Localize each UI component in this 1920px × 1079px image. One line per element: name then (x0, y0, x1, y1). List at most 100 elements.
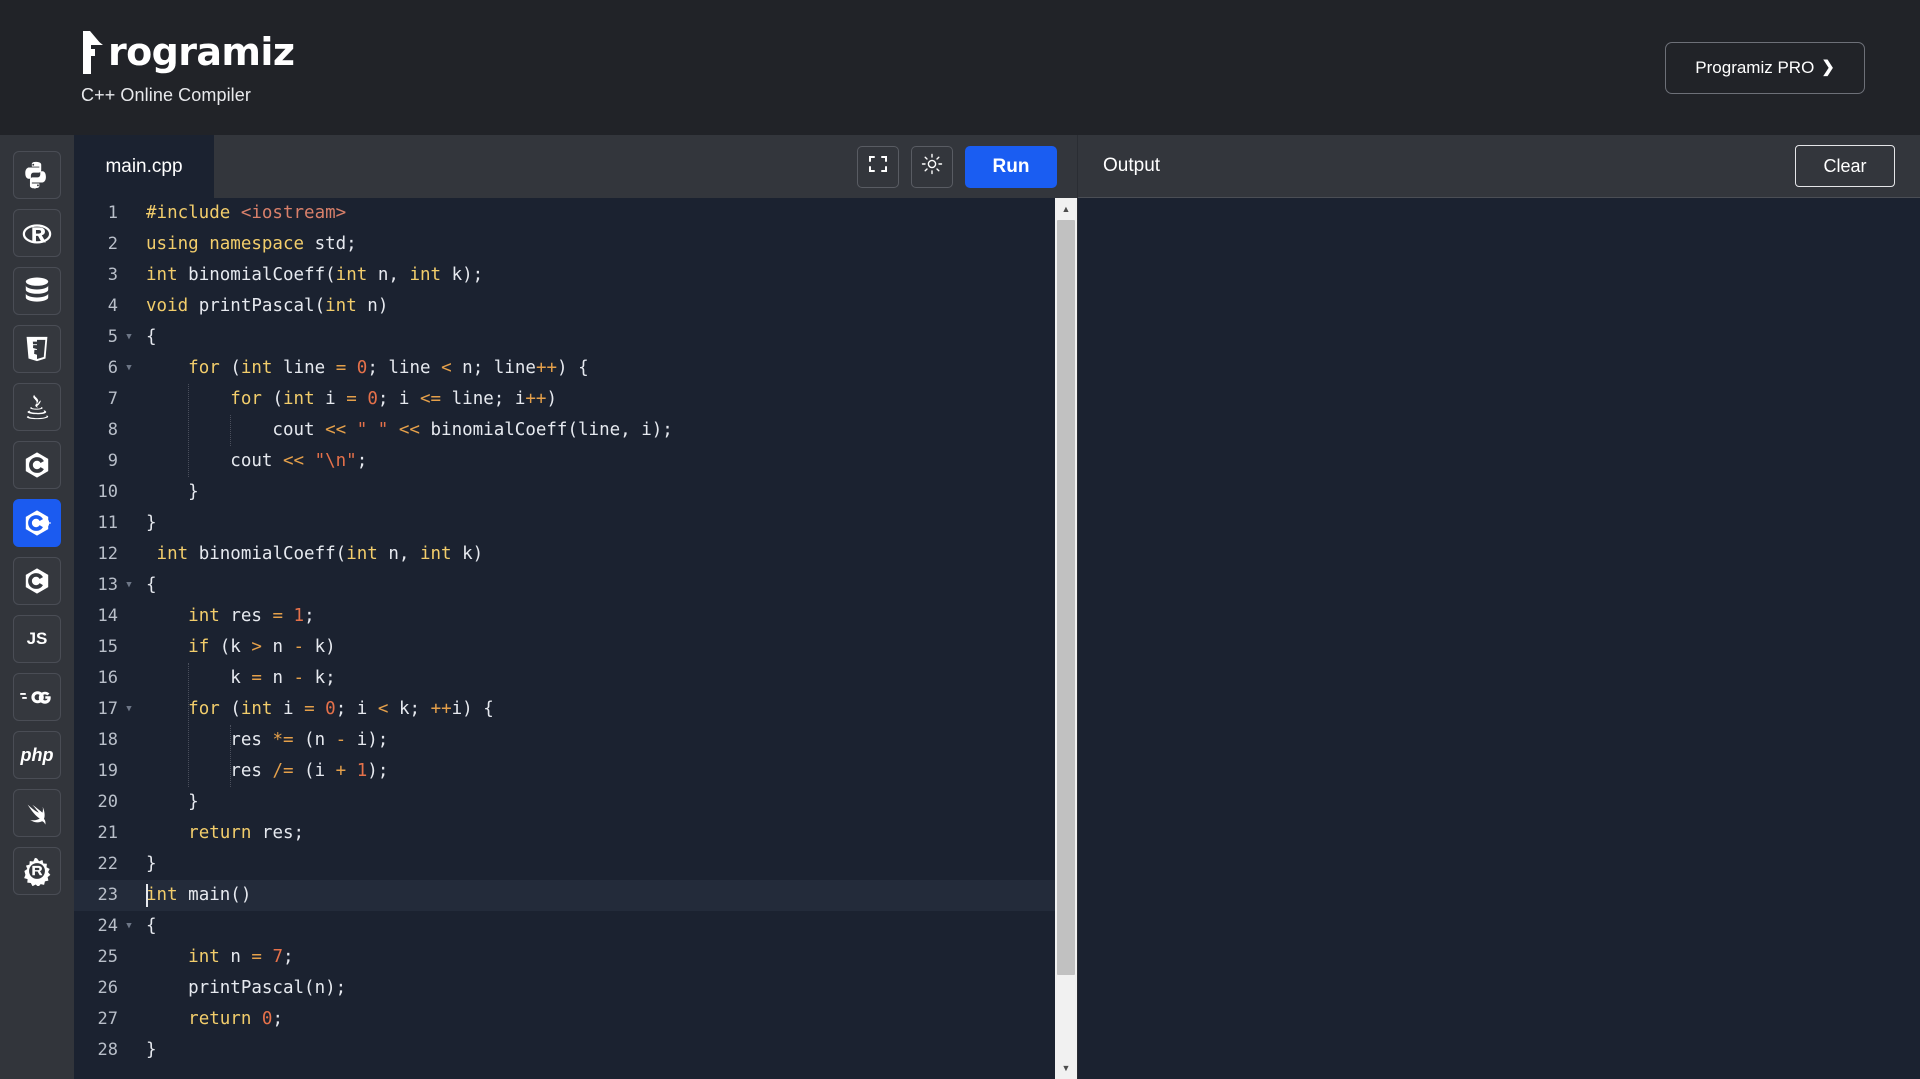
output-title: Output (1103, 155, 1161, 176)
c-icon (23, 450, 51, 480)
code-line[interactable]: 25 int n = 7; (74, 942, 1077, 973)
code-line[interactable]: 7 for (int i = 0; i <= line; i++) (74, 384, 1077, 415)
code-text: return res; (188, 823, 305, 843)
code-lines: 1 #include <iostream> 2 using namespace std… (74, 198, 1077, 1066)
code-line[interactable]: 27 return 0; (74, 1004, 1077, 1035)
code-line[interactable]: 3 int binomialCoeff(int n, int k); (74, 260, 1077, 291)
code-text: if (k > n - k) (188, 637, 336, 657)
brightness-icon (921, 153, 943, 180)
sidebar-item-r[interactable] (13, 209, 61, 257)
code-line[interactable]: 2 using namespace std; (74, 229, 1077, 260)
sidebar-item-python[interactable] (13, 151, 61, 199)
fullscreen-button[interactable] (857, 145, 899, 188)
code-text: int n = 7; (188, 947, 294, 967)
code-line[interactable]: 13 ▼ { (74, 570, 1077, 601)
code-line[interactable]: 4 void printPascal(int n) (74, 291, 1077, 322)
code-text: res *= (n - i); (146, 730, 389, 750)
editor-vertical-scrollbar[interactable]: ▲ ▼ (1055, 198, 1077, 1079)
chevron-right-icon: ❯ (1821, 59, 1835, 76)
code-line[interactable]: 24 ▼ { (74, 911, 1077, 942)
line-number: 8 (107, 420, 118, 440)
code-line[interactable]: 21 return res; (74, 818, 1077, 849)
javascript-icon: JS (26, 629, 48, 648)
code-line[interactable]: 1 #include <iostream> (74, 198, 1077, 229)
code-line[interactable]: 18 res *= (n - i); (74, 725, 1077, 756)
code-line[interactable]: 19 res /= (i + 1); (74, 756, 1077, 787)
code-line[interactable]: 6 ▼ for (int line = 0; line < n; line++) … (74, 353, 1077, 384)
line-number: 7 (107, 389, 118, 409)
code-line[interactable]: 23 int main() (74, 880, 1077, 911)
fold-toggle-icon[interactable]: ▼ (120, 353, 138, 384)
sql-icon (23, 276, 51, 306)
scrollbar-track[interactable] (1055, 220, 1077, 1057)
code-line[interactable]: 8 cout << " " << binomialCoeff(line, i); (74, 415, 1077, 446)
scrollbar-thumb[interactable] (1057, 220, 1075, 975)
line-number: 11 (97, 513, 118, 533)
sidebar-item-cpp[interactable] (13, 499, 61, 547)
line-number: 25 (97, 947, 118, 967)
line-number: 23 (97, 885, 118, 905)
code-line[interactable]: 16 k = n - k; (74, 663, 1077, 694)
sidebar-item-sql[interactable] (13, 267, 61, 315)
line-number: 15 (97, 637, 118, 657)
code-text: int main() (146, 884, 252, 907)
fold-toggle-icon[interactable]: ▼ (120, 322, 138, 353)
html-icon (24, 334, 50, 364)
csharp-icon (23, 566, 51, 596)
code-line[interactable]: 9 cout << "\n"; (74, 446, 1077, 477)
code-line[interactable]: 10 } (74, 477, 1077, 508)
code-line[interactable]: 14 int res = 1; (74, 601, 1077, 632)
code-line[interactable]: 12 int binomialCoeff(int n, int k) (74, 539, 1077, 570)
scroll-up-arrow-icon[interactable]: ▲ (1055, 198, 1077, 220)
code-line[interactable]: 20 } (74, 787, 1077, 818)
line-number: 28 (97, 1040, 118, 1060)
code-text: int binomialCoeff(int n, int k) (156, 544, 484, 564)
fold-toggle-icon[interactable]: ▼ (120, 694, 138, 725)
sidebar-item-php[interactable]: php (13, 731, 61, 779)
sidebar-item-html[interactable] (13, 325, 61, 373)
fold-toggle-icon[interactable]: ▼ (120, 570, 138, 601)
sidebar-item-c[interactable] (13, 441, 61, 489)
code-text: #include <iostream> (146, 203, 347, 223)
clear-button[interactable]: Clear (1795, 145, 1895, 187)
language-sidebar: JS php (0, 135, 74, 1079)
line-number: 9 (107, 451, 118, 471)
tab-main-cpp[interactable]: main.cpp (74, 135, 214, 198)
sidebar-item-rust[interactable] (13, 847, 61, 895)
output-console[interactable] (1078, 198, 1920, 1079)
scroll-down-arrow-icon[interactable]: ▼ (1055, 1057, 1077, 1079)
code-line[interactable]: 17 ▼ for (int i = 0; i < k; ++i) { (74, 694, 1077, 725)
theme-toggle-button[interactable] (911, 145, 953, 188)
sidebar-item-java[interactable] (13, 383, 61, 431)
pro-button-label: Programiz PRO (1695, 58, 1815, 77)
code-text: printPascal(n); (146, 978, 347, 998)
line-number: 3 (107, 265, 118, 285)
code-editor[interactable]: 1 #include <iostream> 2 using namespace std… (74, 198, 1077, 1079)
code-text: } (146, 854, 157, 874)
code-text: res /= (i + 1); (146, 761, 389, 781)
programiz-pro-button[interactable]: Programiz PRO ❯ (1665, 42, 1865, 94)
sidebar-item-swift[interactable] (13, 789, 61, 837)
sidebar-item-go[interactable] (13, 673, 61, 721)
code-text: for (int line = 0; line < n; line++) { (188, 358, 589, 378)
code-line[interactable]: 28} (74, 1035, 1077, 1066)
sidebar-item-javascript[interactable]: JS (13, 615, 61, 663)
code-line[interactable]: 26 printPascal(n); (74, 973, 1077, 1004)
fold-toggle-icon[interactable]: ▼ (120, 911, 138, 942)
logo-wordmark: rogramiz (108, 29, 295, 74)
code-line[interactable]: 11} (74, 508, 1077, 539)
r-icon (22, 220, 52, 246)
code-text: } (146, 482, 199, 502)
rust-icon (23, 856, 51, 886)
code-line[interactable]: 5 ▼ { (74, 322, 1077, 353)
editor-pane: main.cpp Run 1 #include <iostream> 2 usi… (74, 135, 1077, 1079)
sidebar-item-csharp[interactable] (13, 557, 61, 605)
code-text: using namespace std; (146, 234, 357, 254)
line-number: 26 (97, 978, 118, 998)
tab-label: main.cpp (105, 155, 183, 177)
run-button[interactable]: Run (965, 145, 1057, 188)
code-line[interactable]: 22} (74, 849, 1077, 880)
editor-toolbar: main.cpp Run (74, 135, 1077, 198)
code-line[interactable]: 15 if (k > n - k) (74, 632, 1077, 663)
line-number: 24 (97, 916, 118, 936)
